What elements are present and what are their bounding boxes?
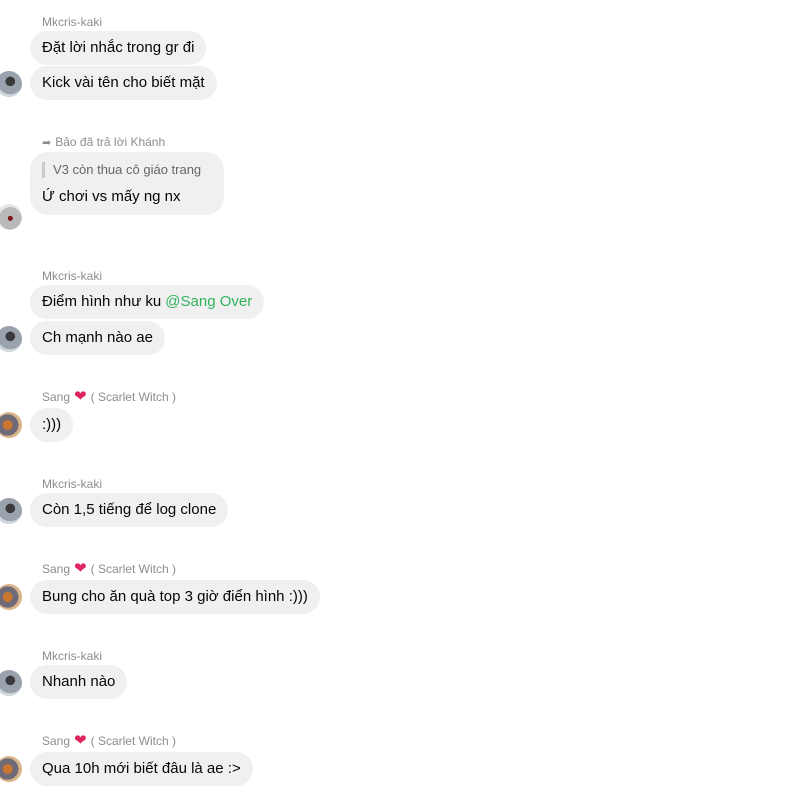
message-bubble[interactable]: Ch mạnh nào ae [30,321,165,355]
heart-icon: ❤ [74,388,87,405]
chat-thread: Mkcris-kaki Đặt lời nhắc trong gr đi Kic… [0,0,796,796]
sender-name: Mkcris-kaki [42,15,102,29]
sender-name: Sang ❤ ( Scarlet Witch ) [42,732,176,749]
sender-name: Mkcris-kaki [42,649,102,663]
sender-name: Mkcris-kaki [42,477,102,491]
message-bubble[interactable]: Đặt lời nhắc trong gr đi [30,31,207,65]
reply-message-bubble[interactable]: V3 còn thua cô giáo trang Ứ chơi vs mấy … [30,152,224,215]
message-bubble[interactable]: Nhanh nào [30,665,128,699]
avatar[interactable] [0,204,22,230]
mention-link[interactable]: @Sang Over [165,293,252,310]
avatar[interactable] [0,412,22,438]
message-bubble[interactable]: Điểm hình như ku @Sang Over [30,285,265,319]
avatar[interactable] [0,756,22,782]
reply-header: ➦ Bảo đã trả lời Khánh [42,135,166,149]
heart-icon: ❤ [74,560,87,577]
avatar[interactable] [0,71,22,97]
message-bubble[interactable]: Bung cho ăn quà top 3 giờ điển hình :))) [30,580,320,614]
sender-name: Sang ❤ ( Scarlet Witch ) [42,560,176,577]
quoted-message[interactable]: V3 còn thua cô giáo trang [42,162,212,178]
sender-name: Sang ❤ ( Scarlet Witch ) [42,388,176,405]
message-bubble[interactable]: Qua 10h mới biết đâu là ae :> [30,752,253,786]
message-text: Ứ chơi vs mấy ng nx [42,188,181,205]
avatar[interactable] [0,584,22,610]
avatar[interactable] [0,498,22,524]
message-bubble[interactable]: :))) [30,408,74,442]
message-bubble[interactable]: Kick vài tên cho biết mặt [30,66,217,100]
sender-name: Mkcris-kaki [42,269,102,283]
message-bubble[interactable]: Còn 1,5 tiếng để log clone [30,493,229,527]
heart-icon: ❤ [74,732,87,749]
avatar[interactable] [0,670,22,696]
avatar[interactable] [0,326,22,352]
reply-arrow-icon: ➦ [42,136,52,149]
